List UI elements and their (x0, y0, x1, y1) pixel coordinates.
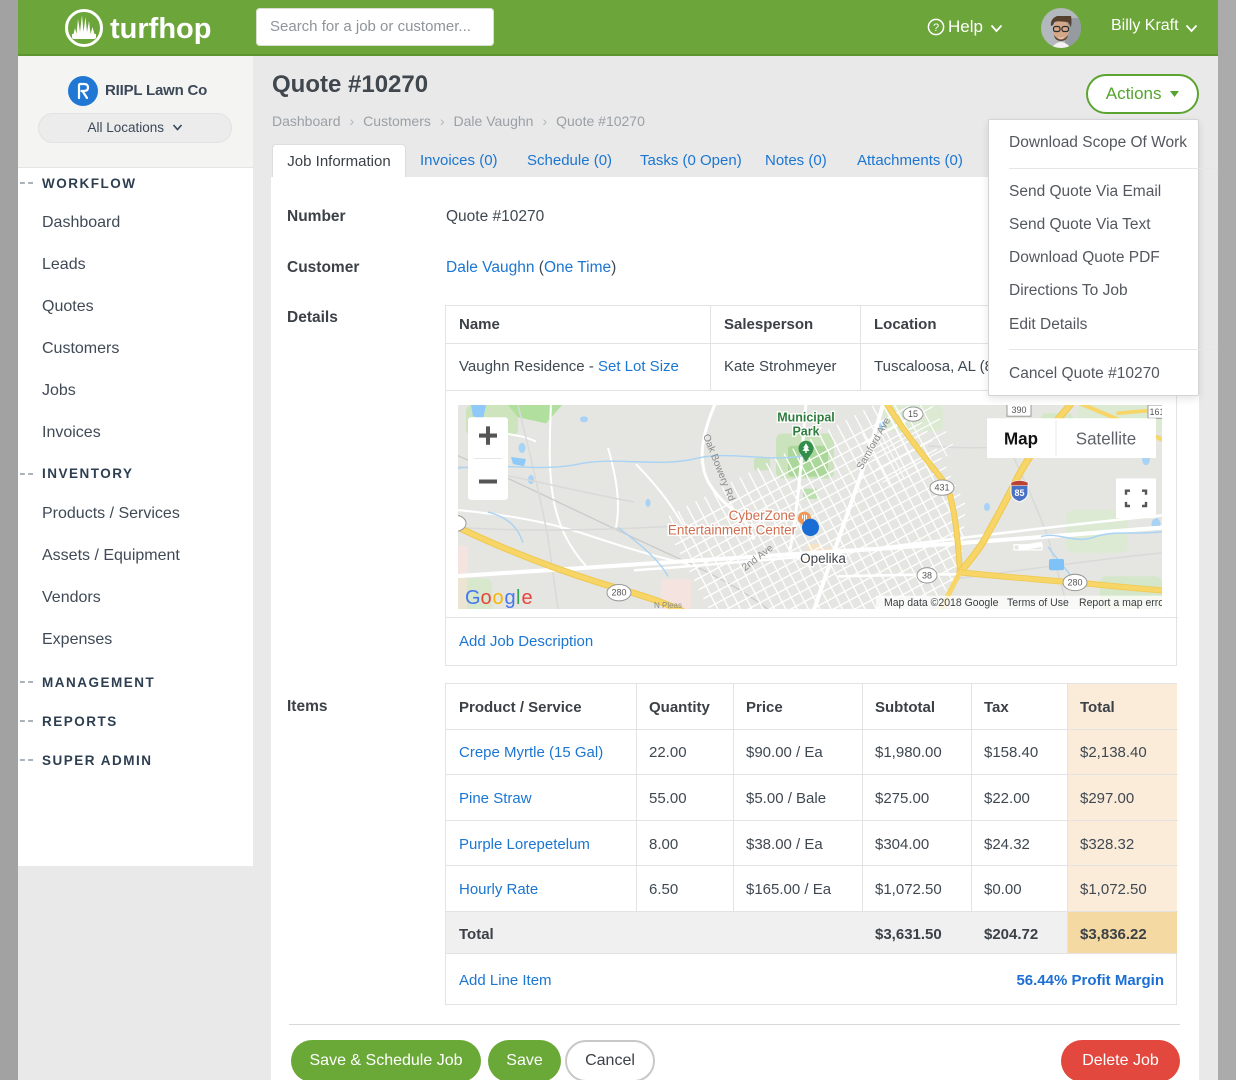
svg-text:e: e (522, 587, 533, 609)
svg-text:161: 161 (1149, 407, 1162, 417)
svg-text:85: 85 (1014, 488, 1024, 498)
svg-text:Opelika: Opelika (800, 551, 846, 566)
svg-text:Report a map error: Report a map error (1079, 597, 1162, 609)
svg-text:15: 15 (908, 409, 918, 419)
svg-text:280: 280 (1067, 577, 1082, 587)
svg-text:431: 431 (934, 483, 949, 493)
svg-text:Municipal: Municipal (777, 410, 835, 424)
svg-text:N Pleas: N Pleas (654, 601, 682, 609)
svg-text:o: o (493, 587, 504, 609)
svg-text:38: 38 (922, 570, 932, 580)
svg-text:Map: Map (1004, 428, 1038, 448)
svg-text:390: 390 (1011, 405, 1026, 415)
svg-text:Terms of Use: Terms of Use (1007, 597, 1069, 609)
svg-text:Park: Park (792, 424, 820, 438)
svg-text:Satellite: Satellite (1076, 428, 1136, 448)
svg-text:G: G (465, 587, 480, 609)
svg-text:o: o (481, 587, 492, 609)
svg-text:Entertainment Center: Entertainment Center (668, 522, 797, 537)
svg-text:CyberZone: CyberZone (729, 508, 796, 523)
svg-text:Map data ©2018 Google: Map data ©2018 Google (884, 597, 999, 609)
svg-text:?: ? (933, 22, 939, 34)
svg-text:280: 280 (611, 588, 626, 598)
svg-text:g: g (505, 587, 516, 609)
svg-text:l: l (516, 587, 520, 609)
